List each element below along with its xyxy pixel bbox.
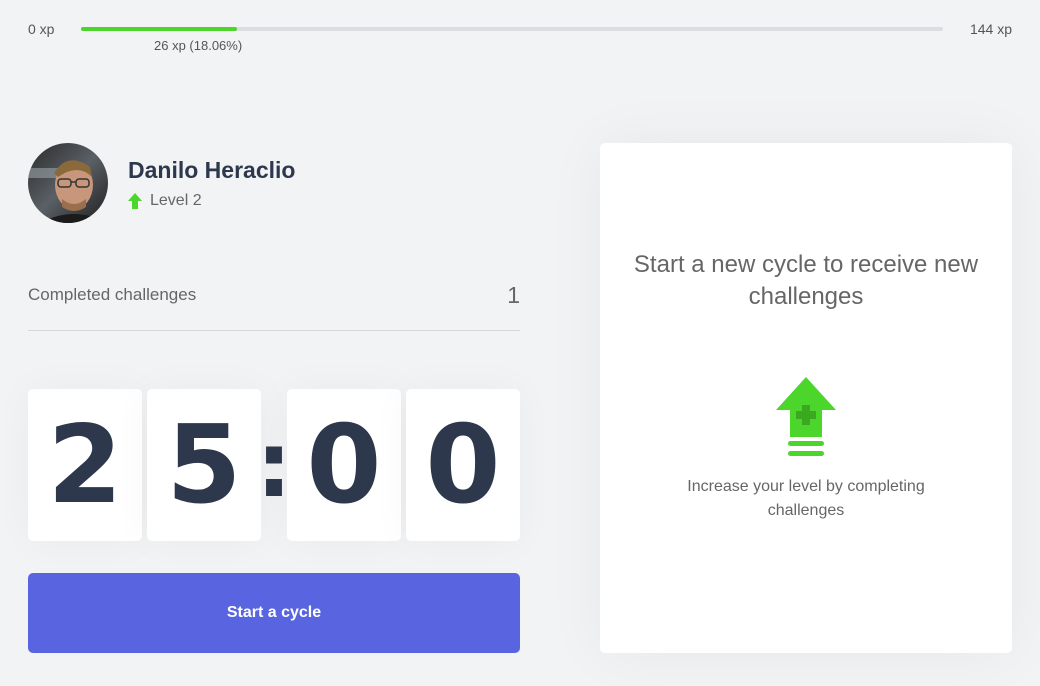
user-level: Level 2	[128, 192, 295, 210]
xp-current-label: 26 xp (18.06%)	[154, 38, 243, 53]
profile: Danilo Heraclio Level 2	[28, 143, 520, 223]
profile-info: Danilo Heraclio Level 2	[128, 157, 295, 210]
avatar	[28, 143, 108, 223]
level-up-icon	[776, 377, 836, 456]
completed-challenges-count: 1	[507, 282, 520, 308]
challenge-box-description: Increase your level by completing challe…	[687, 478, 925, 519]
completed-challenges: Completed challenges 1	[28, 273, 520, 331]
countdown-minute-tens: 2	[28, 389, 142, 541]
left-column: Danilo Heraclio Level 2 Completed challe…	[28, 143, 520, 653]
xp-max-label: 144 xp	[969, 21, 1012, 37]
user-level-label: Level 2	[150, 191, 202, 209]
xp-min-label: 0 xp	[28, 21, 55, 37]
xp-progress-fill	[81, 27, 237, 31]
challenge-box-title: Start a new cycle to receive new challen…	[633, 251, 979, 310]
completed-challenges-label: Completed challenges	[28, 285, 197, 304]
countdown-second-ones: 0	[406, 389, 520, 541]
xp-track	[81, 27, 943, 31]
avatar-photo-icon	[28, 143, 108, 223]
countdown-minute-ones: 5	[147, 389, 261, 541]
start-cycle-button[interactable]: Start a cycle	[28, 573, 520, 653]
experience-bar: 0 xp 26 xp (18.06%) 144 xp	[0, 0, 1040, 60]
countdown-separator: :	[256, 412, 292, 518]
user-name: Danilo Heraclio	[128, 156, 296, 183]
countdown-timer: 2 5 : 0 0	[28, 389, 520, 541]
page: 0 xp 26 xp (18.06%) 144 xp Danilo Heracl…	[0, 0, 1040, 686]
challenge-box: Start a new cycle to receive new challen…	[600, 143, 1012, 653]
level-up-arrow-icon	[128, 192, 142, 209]
countdown-second-tens: 0	[287, 389, 401, 541]
